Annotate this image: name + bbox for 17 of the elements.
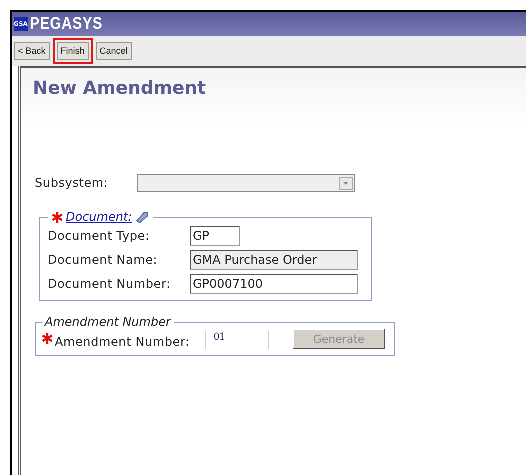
document-link[interactable]: Document: [66,210,132,224]
tag-icon [135,211,150,223]
app-title: PEGASYS [30,14,103,34]
text-field[interactable]: GP [190,226,240,246]
field-label: Document Number: [48,277,172,291]
toolbar-button[interactable]: Finish [52,38,93,64]
toolbar-button[interactable]: < Back [14,42,50,60]
field-label: Amendment Number: [54,335,191,349]
amendment-number-field[interactable]: 01 [205,331,269,349]
field-label: Document Name: [48,253,159,267]
field-label: Document Type: [48,229,151,243]
field-label: Subsystem: [35,176,110,190]
text-field[interactable]: GMA Purchase Order [190,250,358,270]
text-field[interactable]: GP0007100 [190,274,358,294]
group-title: Amendment Number [44,315,172,329]
page-heading: New Amendment [33,78,206,99]
toolbar-button[interactable]: Cancel [96,42,132,60]
